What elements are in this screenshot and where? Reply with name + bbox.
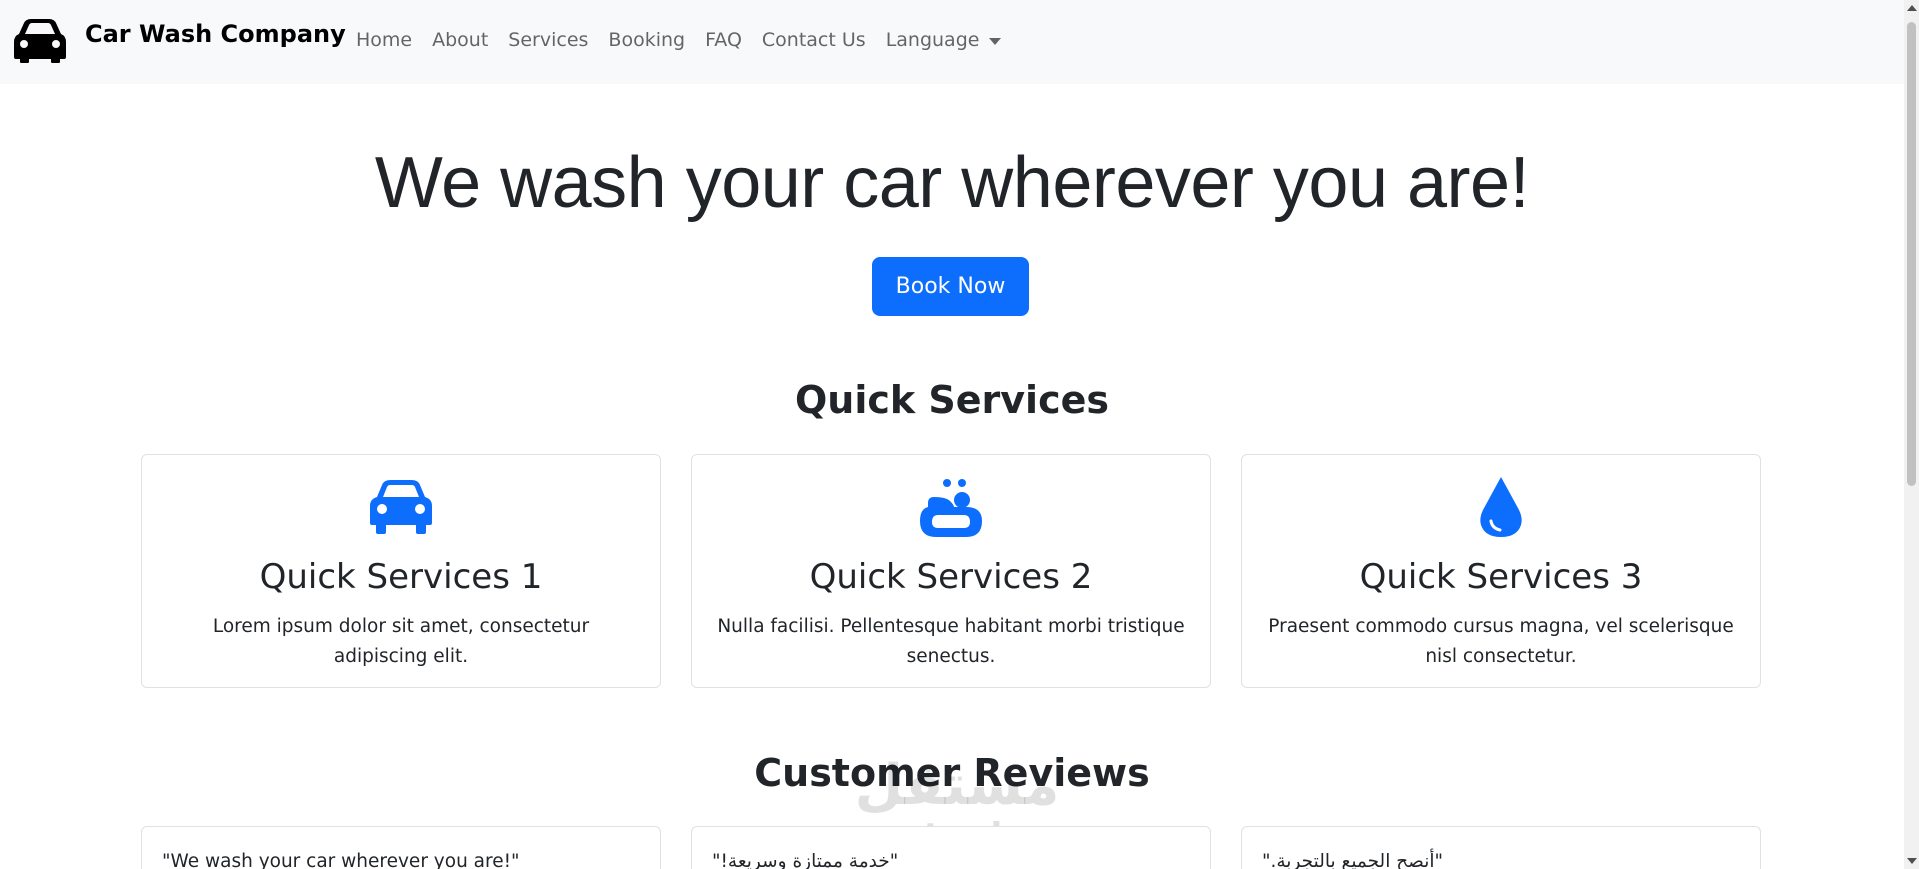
scrollbar-thumb[interactable]	[1907, 22, 1916, 486]
quick-services-heading: Quick Services	[794, 378, 1109, 422]
scroll-up-arrow-icon[interactable]	[1907, 5, 1917, 11]
nav-link-contact-us[interactable]: Contact Us	[762, 29, 866, 51]
droplet-icon	[1480, 477, 1522, 537]
card-title: Quick Services 2	[809, 557, 1093, 597]
review-card: "We wash your car wherever you are!"	[141, 826, 661, 869]
review-card: "أنصح الجميع بالتجربة."	[1241, 826, 1761, 869]
review-cards: "We wash your car wherever you are!" "خد…	[141, 826, 1761, 869]
nav-link-services[interactable]: Services	[508, 29, 588, 51]
review-text: "We wash your car wherever you are!"	[162, 851, 520, 869]
quick-services-cards: Quick Services 1 Lorem ipsum dolor sit a…	[141, 454, 1761, 688]
quick-service-card: Quick Services 2 Nulla facilisi. Pellent…	[691, 454, 1211, 688]
nav-link-booking[interactable]: Booking	[608, 29, 685, 51]
brand-name[interactable]: Car Wash Company	[85, 20, 346, 48]
book-now-button[interactable]: Book Now	[872, 257, 1029, 316]
card-title: Quick Services 1	[259, 557, 543, 597]
car-icon[interactable]	[14, 19, 66, 63]
car-front-icon	[370, 480, 432, 534]
review-text: "أنصح الجميع بالتجربة."	[1262, 851, 1443, 869]
card-text: Praesent commodo cursus magna, vel scele…	[1268, 616, 1734, 667]
vertical-scrollbar[interactable]	[1904, 0, 1919, 869]
nav-link-about[interactable]: About	[432, 29, 488, 51]
card-text: Lorem ipsum dolor sit amet, consectetur …	[212, 616, 590, 667]
review-card: "خدمة ممتازة وسريعة!"	[691, 826, 1211, 869]
card-text: Nulla facilisi. Pellentesque habitant mo…	[717, 616, 1185, 667]
card-title: Quick Services 3	[1359, 557, 1643, 597]
navbar: Car Wash Company Home About Services Boo…	[0, 0, 1904, 84]
language-label: Language	[885, 29, 980, 51]
customer-reviews-heading: Customer Reviews	[754, 751, 1150, 795]
page: Car Wash Company Home About Services Boo…	[0, 0, 1904, 869]
caret-down-icon	[989, 37, 1002, 45]
hero-title: We wash your car wherever you are!	[374, 143, 1530, 223]
nav-link-faq[interactable]: FAQ	[705, 29, 742, 51]
language-dropdown[interactable]: Language	[886, 29, 1002, 51]
nav-links: Home About Services Booking FAQ Contact …	[356, 29, 1021, 51]
review-text: "خدمة ممتازة وسريعة!"	[712, 851, 899, 869]
quick-service-card: Quick Services 1 Lorem ipsum dolor sit a…	[141, 454, 661, 688]
nav-link-home[interactable]: Home	[356, 29, 412, 51]
soap-icon	[920, 479, 982, 537]
quick-service-card: Quick Services 3 Praesent commodo cursus…	[1241, 454, 1761, 688]
scroll-down-arrow-icon[interactable]	[1907, 858, 1917, 864]
